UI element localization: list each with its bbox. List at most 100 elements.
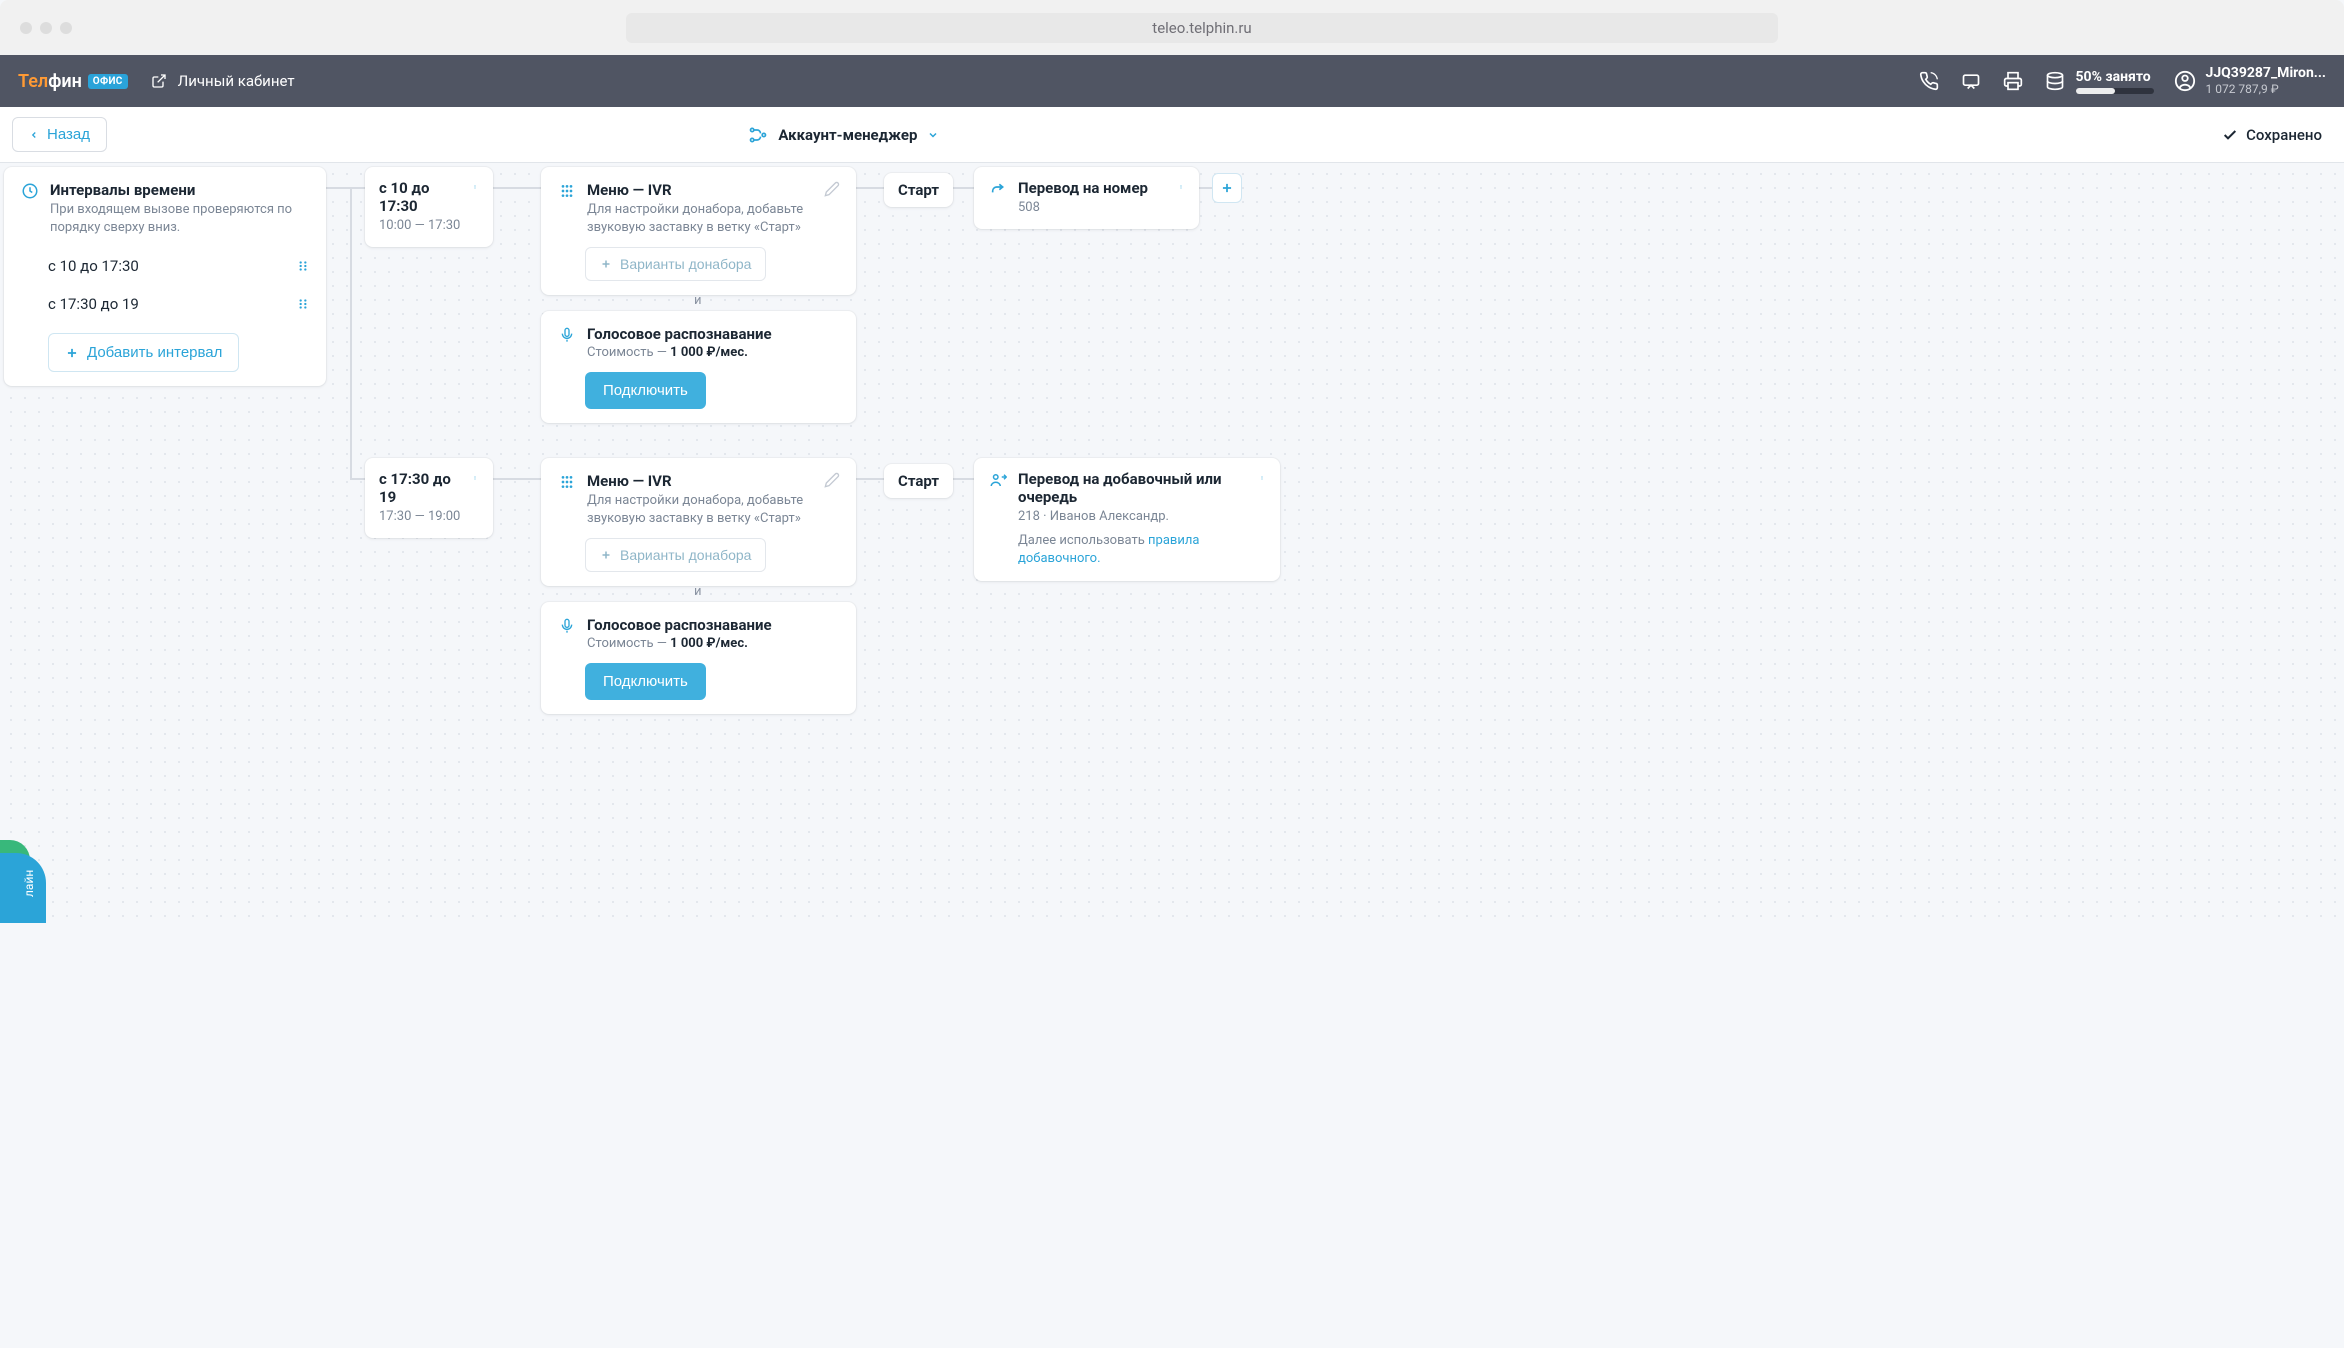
transfer-ext-title: Перевод на добавочный или очередь — [1018, 470, 1248, 506]
node-start[interactable]: Старт — [884, 173, 953, 207]
voice-title: Голосовое распознавание — [587, 616, 840, 634]
canvas[interactable]: Интервалы времени При входящем вызове пр… — [0, 163, 2344, 923]
node-start[interactable]: Старт — [884, 464, 953, 498]
url-bar[interactable]: teleo.telphin.ru — [626, 13, 1778, 43]
connect-button[interactable]: Подключить — [585, 372, 706, 409]
back-label: Назад — [47, 126, 90, 143]
ivr-subtitle: Для настройки донабора, добавьте звукову… — [587, 492, 814, 528]
slot-title: с 17:30 до 19 — [379, 470, 471, 506]
transfer-value: 508 — [1018, 199, 1167, 217]
connect-button[interactable]: Подключить — [585, 663, 706, 700]
print-icon[interactable] — [2002, 70, 2024, 92]
usage-block[interactable]: 50% занято — [2044, 69, 2154, 94]
drag-handle-icon[interactable] — [296, 297, 310, 311]
user-forward-icon — [988, 470, 1008, 490]
plus-icon — [600, 549, 612, 561]
plus-icon — [600, 258, 612, 270]
subbar: Назад Аккаунт-менеджер Сохранено — [0, 107, 2344, 163]
interval-item[interactable]: с 10 до 17:30 — [48, 247, 310, 285]
variants-button[interactable]: Варианты донабора — [585, 247, 766, 281]
call-icon[interactable] — [1918, 70, 1940, 92]
add-interval-button[interactable]: Добавить интервал — [48, 333, 239, 372]
transfer-title: Перевод на номер — [1018, 179, 1167, 197]
node-slot[interactable]: с 17:30 до 19 17:30 — 19:00 — [365, 458, 493, 538]
node-slot[interactable]: с 10 до 17:30 10:00 — 17:30 — [365, 167, 493, 247]
more-menu-icon[interactable] — [471, 179, 479, 195]
node-ivr: Меню — IVR Для настройки донабора, добав… — [541, 458, 856, 586]
intervals-subtitle: При входящем вызове проверяются по поряд… — [50, 201, 310, 237]
edge — [491, 187, 543, 189]
saved-label: Сохранено — [2246, 126, 2322, 144]
edge — [491, 478, 543, 480]
schema-selector[interactable]: Аккаунт-менеджер — [748, 125, 939, 145]
voice-title: Голосовое распознавание — [587, 325, 840, 343]
slot-range: 17:30 — 19:00 — [379, 508, 471, 526]
logo-badge: ОФИС — [88, 74, 128, 89]
transfer-ext-next: Далее использовать правила добавочного. — [1018, 532, 1248, 568]
node-transfer-extension[interactable]: Перевод на добавочный или очередь 218 · … — [974, 458, 1280, 581]
edit-icon[interactable] — [824, 472, 840, 488]
browser-chrome: teleo.telphin.ru — [0, 0, 2344, 55]
mic-icon — [557, 325, 577, 345]
dialpad-icon — [557, 181, 577, 201]
saved-indicator: Сохранено — [2222, 126, 2332, 144]
topbar: Телфин ОФИС Личный кабинет 50% занято JJ… — [0, 55, 2344, 107]
account-balance: 1 072 787,9 ₽ — [2206, 82, 2327, 96]
account-name: JJQ39287_Miron... — [2206, 65, 2327, 82]
cabinet-link[interactable]: Личный кабинет — [148, 70, 295, 92]
external-link-icon — [148, 70, 170, 92]
node-ivr: Меню — IVR Для настройки донабора, добав… — [541, 167, 856, 295]
user-icon — [2174, 70, 2196, 92]
drag-handle-icon[interactable] — [296, 259, 310, 273]
usage-label: 50% занято — [2076, 69, 2154, 85]
node-voice-recognition: Голосовое распознавание Стоимость — 1 00… — [541, 602, 856, 714]
plus-icon — [1220, 181, 1234, 195]
more-menu-icon[interactable] — [471, 470, 479, 486]
edge — [350, 478, 365, 480]
mic-icon — [557, 616, 577, 636]
usage-bar — [2076, 88, 2154, 94]
dialpad-icon — [557, 472, 577, 492]
more-menu-icon[interactable] — [1258, 470, 1266, 486]
transfer-ext-value: 218 · Иванов Александр. — [1018, 508, 1248, 526]
forward-arrow-icon — [988, 179, 1008, 199]
back-button[interactable]: Назад — [12, 117, 107, 152]
node-voice-recognition: Голосовое распознавание Стоимость — 1 00… — [541, 311, 856, 423]
logo[interactable]: Телфин ОФИС — [18, 71, 128, 92]
and-connector: и — [694, 293, 702, 308]
intervals-title: Интервалы времени — [50, 181, 310, 199]
chevron-left-icon — [29, 129, 39, 141]
traffic-dot — [40, 22, 52, 34]
node-intervals: Интервалы времени При входящем вызове пр… — [4, 167, 326, 386]
account-block[interactable]: JJQ39287_Miron... 1 072 787,9 ₽ — [2174, 65, 2327, 96]
slot-range: 10:00 — 17:30 — [379, 217, 471, 235]
schema-name: Аккаунт-менеджер — [778, 126, 917, 144]
more-menu-icon[interactable] — [1177, 179, 1185, 195]
edge — [855, 478, 885, 480]
logo-text: Телфин — [18, 71, 82, 92]
variants-button[interactable]: Варианты донабора — [585, 538, 766, 572]
voice-cost: Стоимость — 1 000 ₽/мес. — [587, 636, 840, 651]
storage-icon — [2044, 70, 2066, 92]
interval-item[interactable]: с 17:30 до 19 — [48, 285, 310, 323]
node-transfer-number[interactable]: Перевод на номер 508 — [974, 167, 1199, 229]
ivr-title: Меню — IVR — [587, 472, 814, 490]
plus-icon — [65, 346, 79, 360]
slot-title: с 10 до 17:30 — [379, 179, 471, 215]
voice-cost: Стоимость — 1 000 ₽/мес. — [587, 345, 840, 360]
and-connector: и — [694, 584, 702, 599]
online-widget-label: лайн — [22, 870, 36, 897]
schema-icon — [748, 125, 768, 145]
chevron-down-icon — [927, 129, 939, 141]
chat-icon[interactable] — [1960, 70, 1982, 92]
edge — [1198, 187, 1212, 189]
edge — [325, 187, 365, 189]
add-node-button[interactable] — [1212, 173, 1242, 203]
edge — [855, 187, 885, 189]
traffic-dot — [60, 22, 72, 34]
edit-icon[interactable] — [824, 181, 840, 197]
cabinet-link-label: Личный кабинет — [178, 72, 295, 90]
ivr-title: Меню — IVR — [587, 181, 814, 199]
traffic-dot — [20, 22, 32, 34]
check-icon — [2222, 127, 2238, 143]
